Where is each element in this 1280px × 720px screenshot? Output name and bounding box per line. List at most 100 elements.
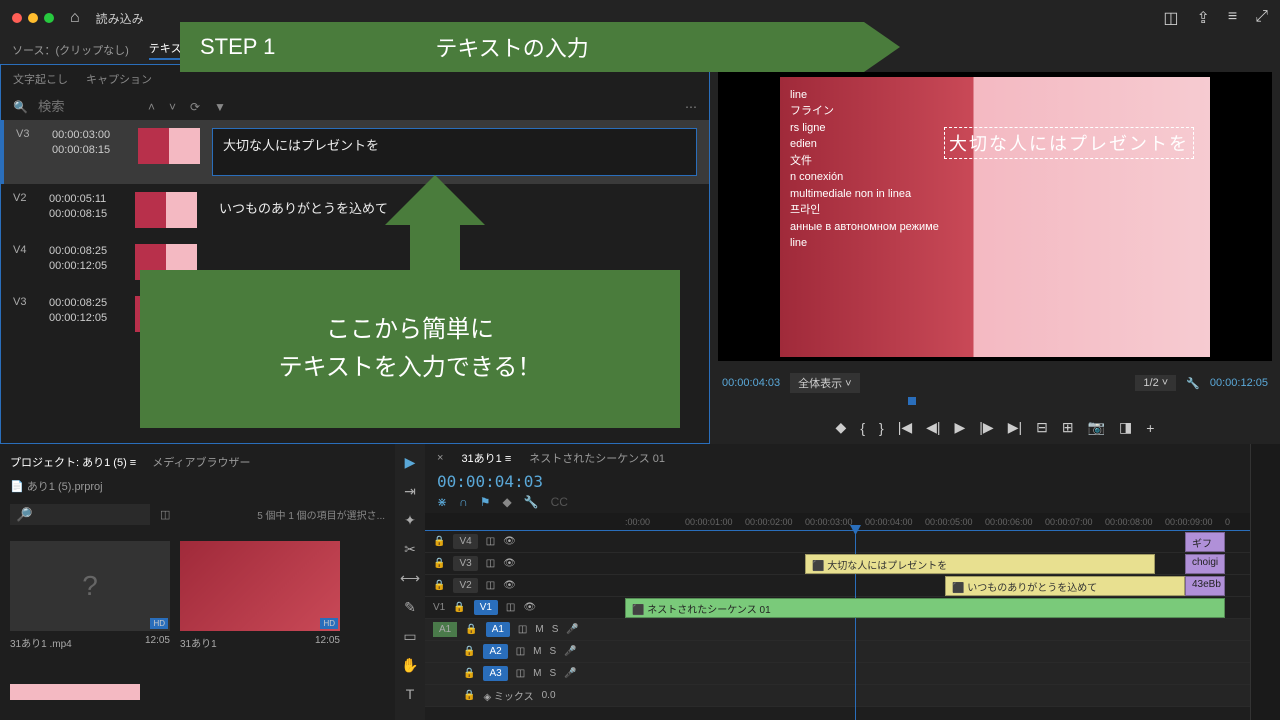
- project-file: 📄 あり1 (5).prproj: [10, 481, 103, 493]
- rect-tool-icon[interactable]: ▭: [403, 628, 416, 645]
- maximize-icon[interactable]: [44, 13, 54, 23]
- search-icon[interactable]: 🔍: [13, 100, 28, 114]
- more-icon[interactable]: ⋯: [685, 100, 697, 114]
- panel-icon[interactable]: ◫: [1163, 8, 1178, 28]
- selection-tool-icon[interactable]: ▶: [405, 454, 416, 471]
- search-input[interactable]: [38, 99, 138, 114]
- source-tab[interactable]: ソース：(クリップなし): [12, 42, 129, 58]
- caption-item[interactable]: V3 00:00:03:0000:00:08:15 大切な人にはプレゼントを: [1, 120, 709, 184]
- transport-controls: ◆ { } |◀ ◀| ▶ |▶ ▶| ⊟ ⊞ 📷 ◨ +: [710, 411, 1280, 444]
- import-label[interactable]: 読み込み: [96, 10, 144, 27]
- timeline-clip[interactable]: 43eBb: [1185, 576, 1225, 596]
- caption-text-input[interactable]: 大切な人にはプレゼントを: [212, 128, 697, 176]
- razor-tool-icon[interactable]: ✂: [404, 541, 416, 558]
- lock-icon[interactable]: 🔒: [465, 624, 477, 635]
- goto-in-icon[interactable]: |◀: [898, 419, 912, 436]
- zoom-select[interactable]: 1/2 ˅: [1135, 375, 1176, 391]
- timeline-panel: × 31あり1 ≡ ネストされたシーケンス 01 00:00:04:03 ⋇ ∩…: [425, 444, 1250, 720]
- media-browser-tab[interactable]: メディアブラウザー: [152, 454, 250, 470]
- up-icon[interactable]: ˄: [148, 100, 155, 114]
- preview-duration: 00:00:12:05: [1210, 377, 1268, 389]
- audio-meters: [1250, 444, 1280, 720]
- marker-icon[interactable]: ◆: [836, 419, 847, 436]
- caption-thumb: [138, 128, 200, 164]
- step-back-icon[interactable]: ◀|: [926, 419, 940, 436]
- share-icon[interactable]: ⇪: [1196, 8, 1209, 28]
- mix-label: ◈ ミックス: [483, 688, 533, 703]
- lock-icon[interactable]: 🔒: [463, 668, 475, 679]
- fullscreen-icon[interactable]: ⤢: [1255, 8, 1268, 28]
- lock-icon[interactable]: 🔒: [433, 558, 445, 569]
- preview-content: lineフラインrs ligneedien文件n conexiónmultime…: [790, 87, 1200, 252]
- marker-tl-icon[interactable]: ⚑: [480, 495, 491, 509]
- caption-tab[interactable]: キャプション: [86, 71, 152, 87]
- lift-icon[interactable]: ⊟: [1036, 419, 1048, 436]
- caption-item[interactable]: V2 00:00:05:1100:00:08:15 いつものありがとうを込めて: [1, 184, 709, 236]
- ripple-tool-icon[interactable]: ✦: [404, 512, 416, 529]
- project-item[interactable]: ?HD 31あり1 .mp412:05: [10, 541, 170, 654]
- tool-palette: ▶ ⇥ ✦ ✂ ⟷ ✎ ▭ ✋ T: [395, 444, 425, 720]
- slip-tool-icon[interactable]: ⟷: [400, 570, 420, 587]
- timeline-clip[interactable]: ギフ: [1185, 532, 1225, 552]
- add-icon[interactable]: +: [1146, 420, 1154, 436]
- preview-timecode[interactable]: 00:00:04:03: [722, 377, 780, 389]
- settings-tl-icon[interactable]: ◆: [502, 495, 511, 509]
- home-icon[interactable]: ⌂: [70, 9, 80, 27]
- selection-status: 5 個中 1 個の項目が選択さ...: [257, 507, 385, 522]
- transcribe-tab[interactable]: 文字起こし: [13, 71, 68, 87]
- toggle-icon[interactable]: ◫: [486, 536, 495, 547]
- timeline-clip[interactable]: ⬛ ネストされたシーケンス 01: [625, 598, 1225, 618]
- annotation-banner: STEP 1 テキストの入力: [180, 22, 900, 72]
- lock-icon[interactable]: 🔒: [433, 580, 445, 591]
- sequence-tab[interactable]: ネストされたシーケンス 01: [529, 450, 665, 466]
- wrench-tl-icon[interactable]: 🔧: [524, 495, 539, 509]
- time-ruler[interactable]: :00:0000:00:01:0000:00:02:0000:00:03:000…: [425, 513, 1250, 531]
- extract-icon[interactable]: ⊞: [1062, 419, 1074, 436]
- wrench-icon[interactable]: 🔧: [1186, 377, 1200, 390]
- program-monitor: lineフラインrs ligneedien文件n conexiónmultime…: [710, 64, 1280, 444]
- window-controls[interactable]: [12, 13, 54, 23]
- cc-icon[interactable]: CC: [551, 495, 568, 509]
- annotation-callout: ここから簡単に テキストを入力できる！: [140, 270, 680, 428]
- lock-icon[interactable]: 🔒: [463, 646, 475, 657]
- lock-icon[interactable]: 🔒: [463, 690, 475, 701]
- project-item[interactable]: HD 31あり112:05: [180, 541, 340, 654]
- type-tool-icon[interactable]: T: [406, 686, 415, 702]
- eye-icon[interactable]: 👁: [503, 536, 516, 547]
- timeline-clip[interactable]: choigi: [1185, 554, 1225, 574]
- close-icon[interactable]: [12, 13, 22, 23]
- camera-icon[interactable]: 📷: [1088, 419, 1105, 436]
- snap-icon[interactable]: ⋇: [437, 495, 447, 509]
- project-search[interactable]: [10, 504, 150, 525]
- bin-icon[interactable]: ◫: [160, 508, 170, 521]
- timeline-clip[interactable]: ⬛ いつものありがとうを込めて: [945, 576, 1185, 596]
- mic-icon[interactable]: 🎤: [566, 624, 578, 635]
- minimize-icon[interactable]: [28, 13, 38, 23]
- lock-icon[interactable]: 🔒: [453, 602, 465, 613]
- step-fwd-icon[interactable]: |▶: [979, 419, 993, 436]
- track-label: V3: [16, 128, 40, 140]
- timeline-tracks[interactable]: 🔒V4◫👁 🔒V3◫👁 🔒V2◫👁 V1🔒V1◫👁 A1🔒A1◫MS🎤 🔒A2◫…: [425, 531, 1250, 720]
- lock-icon[interactable]: 🔒: [433, 536, 445, 547]
- timeline-timecode[interactable]: 00:00:04:03: [425, 472, 1250, 491]
- hand-tool-icon[interactable]: ✋: [401, 657, 418, 674]
- caption-thumb: [135, 192, 197, 228]
- sequence-tab[interactable]: 31あり1 ≡: [461, 450, 511, 466]
- preview-text-overlay[interactable]: 大切な人にはプレゼントを: [944, 127, 1194, 159]
- link-icon[interactable]: ∩: [459, 495, 468, 509]
- preview-area[interactable]: lineフラインrs ligneedien文件n conexiónmultime…: [718, 72, 1272, 361]
- down-icon[interactable]: ˅: [169, 100, 176, 114]
- in-icon[interactable]: {: [860, 420, 865, 436]
- refresh-icon[interactable]: ⟳: [190, 100, 200, 114]
- track-select-icon[interactable]: ⇥: [404, 483, 416, 500]
- play-icon[interactable]: ▶: [955, 419, 966, 436]
- out-icon[interactable]: }: [879, 420, 884, 436]
- timeline-clip[interactable]: ⬛ 大切な人にはプレゼントを: [805, 554, 1155, 574]
- pen-tool-icon[interactable]: ✎: [404, 599, 416, 616]
- menu-icon[interactable]: ≡: [1228, 8, 1237, 28]
- compare-icon[interactable]: ◨: [1119, 419, 1132, 436]
- fit-select[interactable]: 全体表示 ˅: [790, 373, 859, 393]
- goto-out-icon[interactable]: ▶|: [1008, 419, 1022, 436]
- project-tab[interactable]: プロジェクト: あり1 (5) ≡: [10, 454, 136, 470]
- filter-icon[interactable]: ▼: [214, 100, 226, 114]
